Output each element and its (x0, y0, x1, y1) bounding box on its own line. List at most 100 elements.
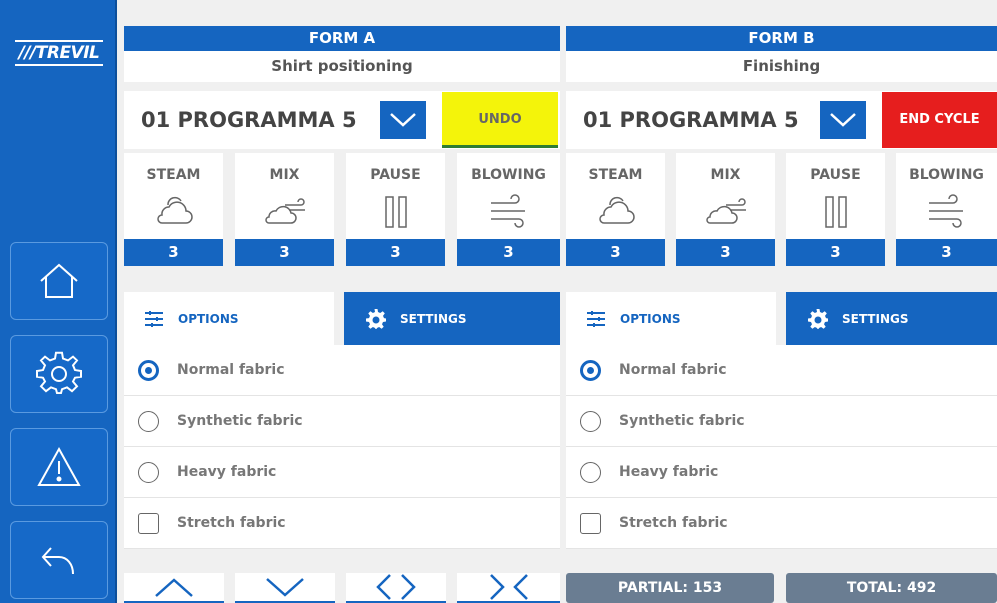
cloud-icon (156, 196, 193, 224)
gear-icon (36, 351, 82, 395)
chevron-down-icon (390, 113, 416, 127)
form-a-program-dropdown[interactable] (380, 101, 426, 139)
option-label: Synthetic fabric (619, 413, 745, 429)
cloud-wind-icon (705, 198, 746, 224)
undo-button[interactable]: UNDO (442, 92, 558, 148)
wind-icon (928, 194, 963, 228)
param-blowing[interactable]: BLOWING 3 (457, 153, 560, 266)
radio[interactable] (580, 461, 601, 483)
radio-selected[interactable] (580, 359, 601, 381)
param-steam[interactable]: STEAM 3 (124, 153, 223, 266)
pause-icon (824, 196, 847, 228)
scroll-up-button[interactable] (124, 573, 224, 603)
total-counter: TOTAL: 492 (786, 573, 997, 603)
param-value: 3 (235, 239, 334, 266)
option-label: Synthetic fabric (177, 413, 303, 429)
tab-options-label: OPTIONS (178, 311, 239, 326)
cloud-icon (598, 196, 635, 224)
logo: ///TREVIL (10, 38, 108, 68)
radio-selected[interactable] (138, 359, 159, 381)
form-a-options-list: Normal fabric Synthetic fabric Heavy fab… (124, 345, 560, 549)
param-mix[interactable]: MIX 3 (235, 153, 334, 266)
form-a-program-row: 01 PROGRAMMA 5 UNDO (124, 91, 560, 149)
tab-settings-label: SETTINGS (400, 311, 467, 326)
radio[interactable] (138, 410, 159, 432)
alarms-button[interactable] (10, 428, 108, 506)
scroll-down-button[interactable] (235, 573, 335, 603)
home-button[interactable] (10, 242, 108, 320)
tab-options[interactable]: OPTIONS (566, 292, 776, 345)
radio[interactable] (138, 461, 159, 483)
option-normal-fabric[interactable]: Normal fabric (124, 345, 560, 396)
form-b-subtitle: Finishing (566, 51, 997, 82)
tab-settings[interactable]: SETTINGS (344, 292, 560, 345)
param-pause[interactable]: PAUSE 3 (786, 153, 885, 266)
option-label: Stretch fabric (619, 515, 728, 531)
option-synthetic-fabric[interactable]: Synthetic fabric (124, 396, 560, 447)
home-icon (40, 263, 78, 298)
option-heavy-fabric[interactable]: Heavy fabric (566, 447, 997, 498)
tab-settings[interactable]: SETTINGS (786, 292, 997, 345)
param-steam[interactable]: STEAM 3 (566, 153, 665, 266)
expand-icon (376, 574, 416, 600)
option-normal-fabric[interactable]: Normal fabric (566, 345, 997, 396)
form-b-panel: FORM B Finishing 01 PROGRAMMA 5 END CYCL… (566, 26, 997, 603)
param-value: 3 (566, 239, 665, 266)
form-a-nav-buttons (124, 573, 560, 603)
form-b-title: FORM B (566, 26, 997, 51)
collapse-icon (489, 574, 528, 600)
param-value: 3 (786, 239, 885, 266)
form-b-program-name: 01 PROGRAMMA 5 (583, 108, 799, 132)
param-label: BLOWING (909, 167, 984, 183)
collapse-button[interactable] (457, 573, 560, 603)
option-synthetic-fabric[interactable]: Synthetic fabric (566, 396, 997, 447)
sliders-icon (587, 310, 605, 327)
param-value: 3 (346, 239, 445, 266)
param-pause[interactable]: PAUSE 3 (346, 153, 445, 266)
form-a-panel: FORM A Shirt positioning 01 PROGRAMMA 5 … (124, 26, 560, 603)
radio[interactable] (580, 410, 601, 432)
form-b-program-dropdown[interactable] (820, 101, 866, 139)
tab-options[interactable]: OPTIONS (124, 292, 334, 345)
tab-options-label: OPTIONS (620, 311, 681, 326)
form-b-tabs: OPTIONS SETTINGS (566, 292, 997, 345)
warning-icon (37, 446, 81, 486)
settings-button[interactable] (10, 335, 108, 413)
option-stretch-fabric[interactable]: Stretch fabric (566, 498, 997, 549)
back-icon (41, 547, 74, 575)
param-label: MIX (269, 167, 300, 183)
checkbox[interactable] (580, 512, 601, 534)
partial-counter: PARTIAL: 153 (566, 573, 774, 603)
form-b-params: STEAM 3 MIX 3 PAUSE 3 BLOWING 3 (566, 153, 997, 266)
param-value: 3 (124, 239, 223, 266)
form-b-program-row: 01 PROGRAMMA 5 END CYCLE (566, 91, 997, 149)
param-blowing[interactable]: BLOWING 3 (896, 153, 997, 266)
option-stretch-fabric[interactable]: Stretch fabric (124, 498, 560, 549)
expand-button[interactable] (346, 573, 446, 603)
chevron-down-icon (266, 578, 304, 597)
param-value: 3 (457, 239, 560, 266)
pause-icon (384, 196, 407, 228)
option-heavy-fabric[interactable]: Heavy fabric (124, 447, 560, 498)
param-label: STEAM (588, 167, 643, 183)
cloud-wind-icon (264, 198, 305, 224)
form-a-program-name: 01 PROGRAMMA 5 (141, 108, 357, 132)
option-label: Normal fabric (177, 362, 285, 378)
back-button[interactable] (10, 521, 108, 599)
param-label: PAUSE (370, 167, 421, 183)
param-mix[interactable]: MIX 3 (676, 153, 775, 266)
form-a-subtitle: Shirt positioning (124, 51, 560, 82)
param-value: 3 (896, 239, 997, 266)
sliders-icon (145, 310, 163, 327)
form-a-tabs: OPTIONS SETTINGS (124, 292, 560, 345)
sidebar: ///TREVIL (0, 0, 117, 603)
gear-icon (366, 308, 386, 329)
checkbox[interactable] (138, 512, 159, 534)
chevron-up-icon (155, 578, 193, 597)
option-label: Normal fabric (619, 362, 727, 378)
form-a-params: STEAM 3 MIX 3 PAUSE 3 BLOWING 3 (124, 153, 560, 266)
param-label: MIX (710, 167, 741, 183)
end-cycle-button[interactable]: END CYCLE (882, 92, 997, 148)
gear-icon (808, 308, 828, 329)
chevron-down-icon (830, 113, 856, 127)
